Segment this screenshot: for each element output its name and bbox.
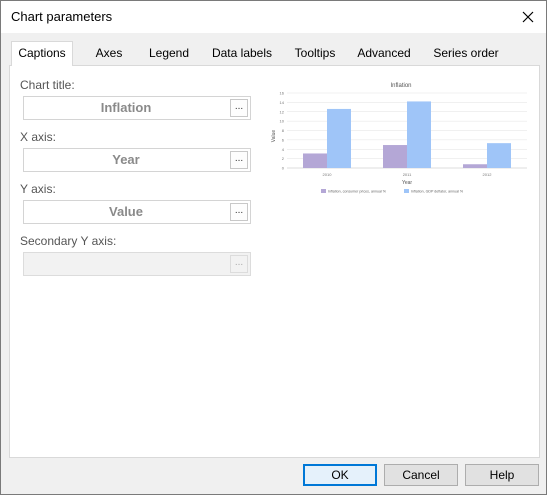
- y-tick-label: 16: [280, 91, 285, 96]
- legend-swatch: [404, 189, 409, 193]
- y-tick-label: 14: [280, 100, 285, 105]
- title-bar: Chart parameters: [1, 1, 546, 33]
- dialog-title: Chart parameters: [11, 9, 113, 24]
- tab-captions[interactable]: Captions: [11, 41, 73, 66]
- tab-bar: Captions Axes Legend Data labels Tooltip…: [9, 41, 539, 66]
- y-axis-field[interactable]: Value ...: [23, 200, 251, 224]
- y-tick-label: 0: [282, 166, 285, 171]
- cancel-button[interactable]: Cancel: [384, 464, 458, 486]
- legend-entry: Inflation, consumer prices, annual %: [328, 190, 387, 194]
- legend-swatch: [321, 189, 326, 193]
- close-button[interactable]: [510, 1, 546, 32]
- tab-advanced[interactable]: Advanced: [355, 44, 413, 65]
- chart-title-label: Chart title:: [20, 78, 75, 92]
- y-axis-ellipsis-button[interactable]: ...: [230, 203, 248, 221]
- x-axis-ellipsis-button[interactable]: ...: [230, 151, 248, 169]
- bar: [303, 153, 327, 168]
- tab-data-labels[interactable]: Data labels: [208, 44, 276, 65]
- bar: [383, 145, 407, 168]
- secondary-y-axis-label: Secondary Y axis:: [20, 234, 117, 248]
- tab-series-order[interactable]: Series order: [430, 44, 502, 65]
- x-tick-label: 2010: [323, 172, 333, 177]
- chart-title-value[interactable]: Inflation: [24, 97, 228, 119]
- bar: [487, 143, 511, 168]
- y-axis-label: Y axis:: [20, 182, 56, 196]
- close-icon: [522, 11, 534, 22]
- help-button[interactable]: Help: [465, 464, 539, 486]
- secondary-y-axis-field: ...: [23, 252, 251, 276]
- tab-tooltips[interactable]: Tooltips: [290, 44, 340, 65]
- y-tick-label: 8: [282, 128, 285, 133]
- y-axis-value[interactable]: Value: [24, 201, 228, 223]
- x-tick-label: 2011: [403, 172, 412, 177]
- y-tick-label: 10: [280, 119, 285, 124]
- x-tick-label: 2012: [483, 172, 493, 177]
- legend-entry: Inflation, GDP deflator, annual %: [411, 190, 464, 194]
- bar: [327, 108, 351, 168]
- y-tick-label: 4: [282, 147, 285, 152]
- bar: [463, 164, 487, 168]
- chart-title-field[interactable]: Inflation ...: [23, 96, 251, 120]
- x-axis-value[interactable]: Year: [24, 149, 228, 171]
- chart-parameters-dialog: Chart parameters Captions Axes Legend Da…: [0, 0, 547, 495]
- chart-preview-svg: Inflation Value Year 0 2 4 6 8 10 12 14 16 2010 20…: [271, 83, 527, 194]
- bar: [407, 101, 431, 168]
- tab-axes[interactable]: Axes: [89, 44, 129, 65]
- secondary-y-axis-ellipsis-button: ...: [230, 255, 248, 273]
- chart-title: Inflation: [390, 83, 411, 89]
- x-axis-label: X axis:: [20, 130, 57, 144]
- ok-button[interactable]: OK: [303, 464, 377, 486]
- chart-preview: Inflation Value Year 0 2 4 6 8 10 12 14 16 2010 20…: [271, 76, 531, 201]
- captions-panel: Chart title: Inflation ... X axis: Year …: [9, 65, 540, 458]
- tab-legend[interactable]: Legend: [144, 44, 194, 65]
- x-axis-field[interactable]: Year ...: [23, 148, 251, 172]
- x-axis-title: Year: [402, 180, 412, 186]
- y-tick-label: 2: [282, 156, 285, 161]
- y-tick-label: 6: [282, 137, 285, 142]
- y-tick-label: 12: [280, 109, 285, 114]
- y-axis-title: Value: [271, 130, 277, 143]
- chart-title-ellipsis-button[interactable]: ...: [230, 99, 248, 117]
- secondary-y-axis-value: [24, 253, 228, 275]
